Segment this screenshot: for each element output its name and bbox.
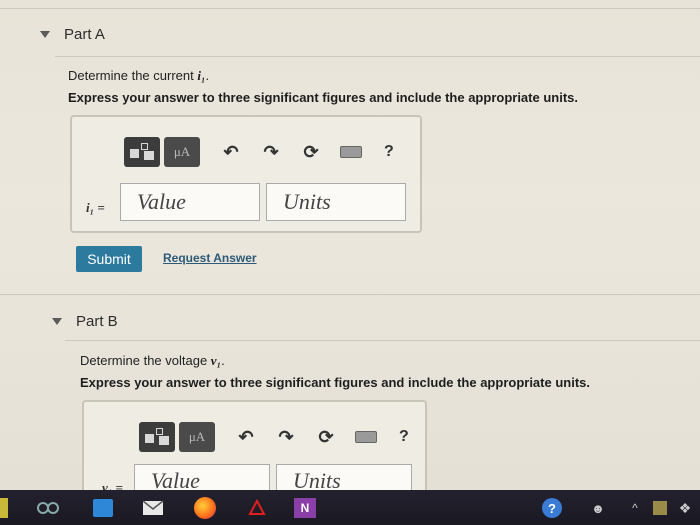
chevron-up-icon[interactable]: ^ [628,496,642,520]
part-b-question: Determine the voltage v₁. [80,353,225,368]
people-icon[interactable]: ☻ [588,496,608,520]
template-button[interactable] [139,422,175,452]
undo-icon[interactable]: ↶ [220,141,242,163]
units-button[interactable]: μA [179,422,215,452]
input-label: v₁ = [102,480,123,490]
chevron-down-icon [52,318,62,325]
divider [0,8,700,9]
reset-icon[interactable]: ⟳ [315,426,337,448]
value-input[interactable]: Value [120,183,260,221]
chevron-down-icon [40,31,50,38]
units-input[interactable]: Units [276,464,412,490]
divider [0,294,700,295]
units-input[interactable]: Units [266,183,406,221]
task-view-icon[interactable] [35,496,61,520]
help-button[interactable]: ? [399,428,409,446]
firefox-icon[interactable] [192,496,218,520]
divider [55,56,700,57]
dropbox-icon[interactable]: ❖ [676,496,694,520]
onenote-icon[interactable]: N [292,496,318,520]
part-a-answer-box: μA ↶ ↷ ⟳ ? i₁ = Value Units [70,115,422,233]
submit-button[interactable]: Submit [76,246,142,272]
help-button[interactable]: ? [384,143,394,161]
value-input[interactable]: Value [134,464,270,490]
part-b-instruction: Express your answer to three significant… [80,375,590,390]
divider [65,340,700,341]
page: Part A Determine the current i₁. Express… [0,0,700,490]
part-a-title: Part A [64,26,105,43]
part-b-header[interactable]: Part B [52,313,118,330]
app-icon[interactable] [652,496,668,520]
help-icon[interactable]: ? [540,496,564,520]
part-b-answer-box: μA ↶ ↷ ⟳ ? v₁ = Value Units [82,400,427,490]
input-label: i₁ = [86,200,105,215]
request-answer-link[interactable]: Request Answer [163,251,257,265]
part-a-question: Determine the current i₁. [68,68,210,83]
part-a-toolbar: μA ↶ ↷ ⟳ ? [124,137,394,167]
acrobat-icon[interactable] [244,496,270,520]
mail-icon[interactable] [140,496,166,520]
keyboard-icon[interactable] [355,431,377,443]
app-icon[interactable] [0,498,8,518]
part-a-header[interactable]: Part A [40,26,105,43]
store-icon[interactable] [90,496,116,520]
fraction-icon [145,434,154,443]
part-b-title: Part B [76,313,118,330]
redo-icon[interactable]: ↷ [275,426,297,448]
taskbar: N ? ☻ ^ ❖ [0,490,700,525]
reset-icon[interactable]: ⟳ [300,141,322,163]
keyboard-icon[interactable] [340,146,362,158]
part-b-toolbar: μA ↶ ↷ ⟳ ? [139,422,409,452]
template-button[interactable] [124,137,160,167]
units-button[interactable]: μA [164,137,200,167]
undo-icon[interactable]: ↶ [235,426,257,448]
fraction-icon [130,149,139,158]
redo-icon[interactable]: ↷ [260,141,282,163]
part-a-instruction: Express your answer to three significant… [68,90,578,105]
